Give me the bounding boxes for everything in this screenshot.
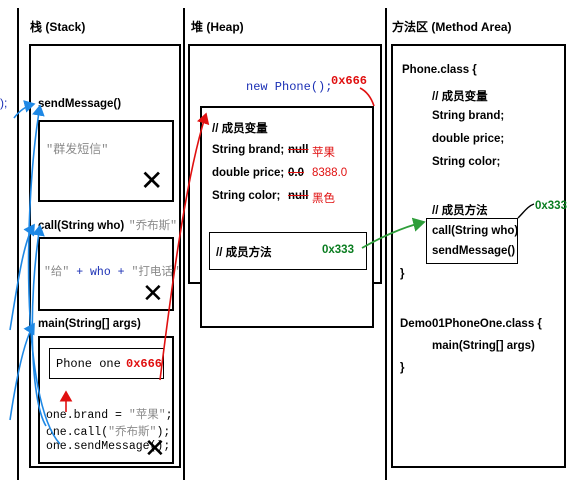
- red-arrow-var-to-heap: [159, 112, 210, 381]
- blue-arrow-send-from-main: [27, 104, 61, 445]
- green-arrow-methods: [361, 217, 426, 249]
- blue-arrow-send: [13, 100, 36, 119]
- green-address-hook: [517, 203, 535, 219]
- arrows-overlay: [9, 87, 535, 445]
- red-address-hook: [359, 87, 375, 107]
- blue-arrow-main: [9, 322, 35, 421]
